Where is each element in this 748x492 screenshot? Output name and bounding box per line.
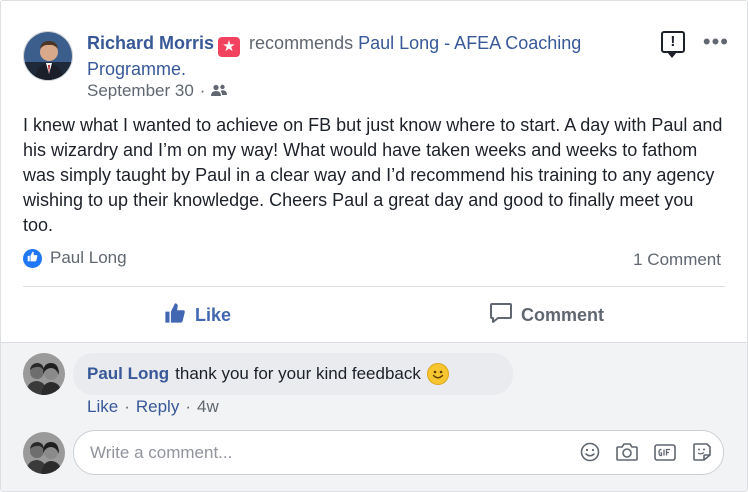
current-user-avatar[interactable] [23, 432, 65, 474]
more-options-icon[interactable]: ••• [703, 31, 729, 53]
author-name[interactable]: Richard Morris [87, 33, 214, 53]
speech-bubble-icon [489, 301, 513, 330]
commenter-avatar[interactable] [23, 353, 65, 395]
reactor-name: Paul Long [50, 248, 127, 267]
comment-time[interactable]: 4w [197, 397, 219, 417]
comment-actions-separator: · [185, 397, 191, 416]
comment-actions: Like · Reply · 4w [87, 397, 219, 417]
thumbs-up-icon [163, 302, 187, 329]
comment-bubble: Paul Long thank you for your kind feedba… [73, 353, 513, 395]
comment-button[interactable]: Comment [489, 298, 604, 332]
report-icon[interactable]: ! [660, 31, 685, 58]
recommends-text: recommends [249, 33, 354, 53]
actions-divider [23, 286, 725, 287]
comment-button-label: Comment [521, 304, 605, 325]
meta-separator: · [199, 81, 206, 100]
composer-tools [579, 441, 713, 468]
post-top-actions: ! ••• [660, 31, 729, 58]
recommendation-star-icon: ★ [218, 37, 241, 57]
comment-input[interactable] [90, 442, 560, 463]
comment-actions-separator: · [124, 397, 130, 416]
author-avatar[interactable] [23, 31, 73, 81]
comment-reply-link[interactable]: Reply [136, 397, 179, 417]
like-reaction-icon [23, 248, 42, 268]
camera-icon[interactable] [615, 441, 639, 468]
emoji-icon[interactable] [579, 441, 601, 468]
comment-author[interactable]: Paul Long [87, 364, 169, 384]
post-body: I knew what I wanted to achieve on FB bu… [23, 115, 723, 235]
like-button-label: Like [195, 304, 232, 325]
comment-text: thank you for your kind feedback [175, 364, 421, 383]
smiley-emoji-icon [426, 363, 449, 385]
like-button[interactable]: Like [163, 298, 231, 332]
gif-icon[interactable] [653, 441, 677, 468]
reactions-summary[interactable]: Paul Long [23, 248, 127, 268]
post-date[interactable]: September 30 [87, 81, 194, 101]
sticker-icon[interactable] [691, 441, 713, 468]
post-header: Richard Morris ★ recommends Paul Long - A… [87, 31, 647, 82]
post-card: Richard Morris ★ recommends Paul Long - A… [0, 0, 748, 492]
comment-like-link[interactable]: Like [87, 397, 118, 417]
comment-count[interactable]: 1 Comment [633, 250, 721, 270]
post-meta: September 30 · [87, 81, 228, 101]
friends-icon[interactable] [211, 81, 228, 101]
comment-composer[interactable] [73, 430, 724, 475]
